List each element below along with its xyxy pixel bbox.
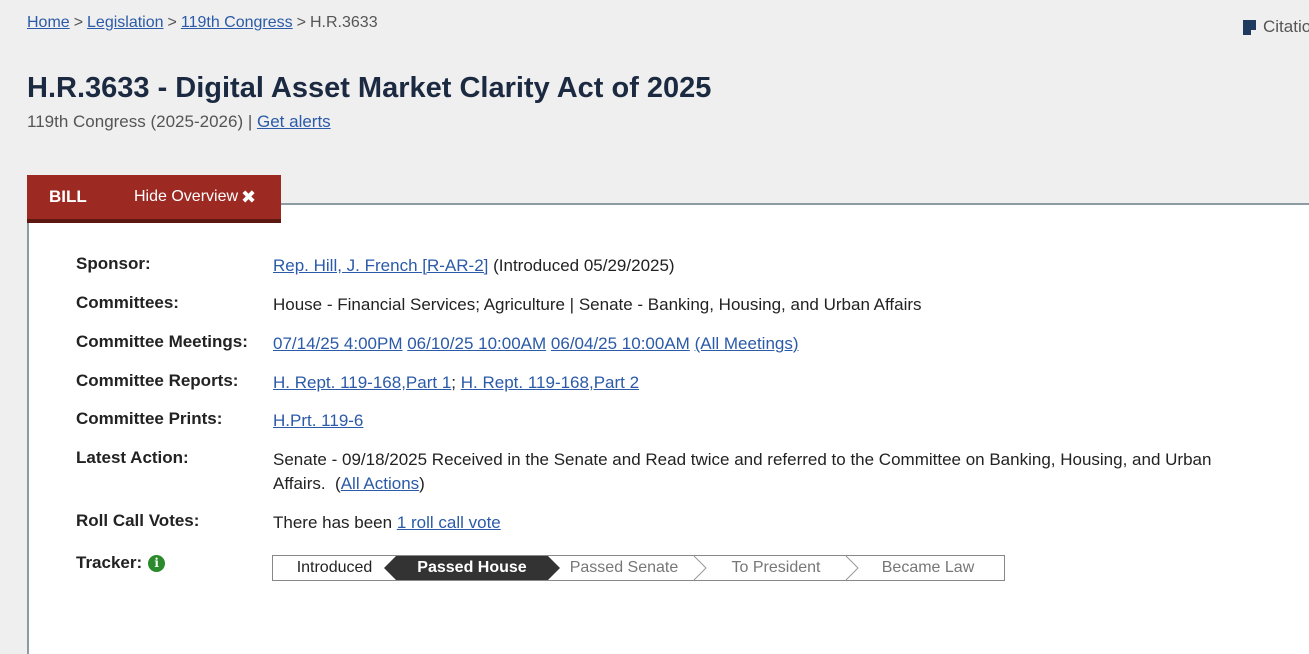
tracker-step-label: To President: [731, 559, 821, 576]
sponsor-label: Sponsor:: [76, 254, 151, 273]
tracker-row: Tracker: i: [76, 553, 273, 573]
hide-overview-label: Hide Overview: [134, 188, 239, 205]
breadcrumb-legislation-link[interactable]: Legislation: [87, 14, 164, 31]
sponsor-link[interactable]: Rep. Hill, J. French [R-AR-2]: [273, 256, 488, 275]
committee-meetings-row: Committee Meetings: 07/14/25 4:00PM 06/1…: [76, 332, 1233, 356]
tab-bill[interactable]: BILL: [27, 187, 134, 207]
roll-call-label: Roll Call Votes:: [76, 511, 200, 530]
meeting-link[interactable]: 06/04/25 10:00AM: [551, 334, 690, 353]
breadcrumb-separator: >: [296, 14, 306, 31]
meeting-link[interactable]: 06/10/25 10:00AM: [407, 334, 546, 353]
all-actions-link[interactable]: All Actions: [341, 474, 419, 493]
document-icon: [1243, 19, 1256, 35]
print-link[interactable]: H.Prt. 119-6: [273, 411, 363, 430]
committees-value: House - Financial Services; Agriculture …: [273, 295, 922, 314]
meeting-link[interactable]: 07/14/25 4:00PM: [273, 334, 402, 353]
breadcrumb-separator: >: [73, 14, 84, 31]
committee-reports-row: Committee Reports: H. Rept. 119-168,Part…: [76, 371, 1233, 395]
committee-prints-label: Committee Prints:: [76, 409, 223, 428]
citation-label: Citation: [1263, 17, 1309, 36]
info-icon[interactable]: i: [148, 554, 166, 572]
overview-panel: Sponsor: Rep. Hill, J. French [R-AR-2] (…: [27, 203, 1309, 654]
committee-meetings-label: Committee Meetings:: [76, 332, 248, 351]
latest-action-row: Latest Action: Senate - 09/18/2025 Recei…: [76, 448, 1223, 496]
tracker-step-to-president: To President: [700, 556, 859, 580]
tracker-step-passed-house: Passed House: [396, 556, 560, 580]
sponsor-value: Rep. Hill, J. French [R-AR-2] (Introduce…: [273, 254, 1233, 278]
committee-prints-value: H.Prt. 119-6: [273, 409, 1233, 433]
roll-call-text: There has been: [273, 513, 393, 532]
tracker-label: Tracker:: [76, 553, 143, 572]
breadcrumb-separator: >: [167, 14, 177, 31]
hide-overview-button[interactable]: Hide Overview ✖: [134, 187, 256, 208]
roll-call-value: There has been 1 roll call vote: [273, 511, 1233, 535]
page-subtitle: 119th Congress (2025-2026) | Get alerts: [27, 112, 331, 132]
committees-label: Committees:: [76, 293, 179, 312]
report-link[interactable]: H. Rept. 119-168,Part 1: [273, 373, 451, 392]
close-icon: ✖: [241, 186, 257, 207]
tracker-step-introduced: Introduced: [273, 556, 396, 580]
bill-tab-bar: BILL Hide Overview ✖: [27, 175, 281, 223]
roll-call-row: Roll Call Votes: There has been 1 roll c…: [76, 511, 1233, 535]
report-separator: ;: [451, 373, 457, 392]
get-alerts-link[interactable]: Get alerts: [257, 112, 331, 131]
all-meetings-link[interactable]: (All Meetings): [695, 334, 799, 353]
citation-button[interactable]: Citation: [1243, 17, 1309, 37]
sponsor-row: Sponsor: Rep. Hill, J. French [R-AR-2] (…: [76, 254, 1233, 278]
committees-row: Committees: House - Financial Services; …: [76, 293, 1233, 317]
committee-meetings-value: 07/14/25 4:00PM 06/10/25 10:00AM 06/04/2…: [273, 332, 1233, 356]
committee-reports-value: H. Rept. 119-168,Part 1; H. Rept. 119-16…: [273, 371, 1233, 395]
report-link[interactable]: H. Rept. 119-168,Part 2: [461, 373, 639, 392]
committee-reports-label: Committee Reports:: [76, 371, 239, 390]
breadcrumb: Home > Legislation >119th Congress > H.R.3633: [27, 14, 378, 32]
roll-call-link[interactable]: 1 roll call vote: [397, 513, 501, 532]
latest-action-label: Latest Action:: [76, 448, 189, 467]
bill-tracker: Introduced Passed House Passed Senate To…: [272, 555, 1005, 581]
introduced-date: (Introduced 05/29/2025): [493, 256, 675, 275]
tracker-step-passed-senate: Passed Senate: [548, 556, 707, 580]
breadcrumb-congress-link[interactable]: 119th Congress: [181, 14, 293, 31]
page-title: H.R.3633 - Digital Asset Market Clarity …: [27, 72, 712, 104]
committee-prints-row: Committee Prints: H.Prt. 119-6: [76, 409, 1233, 433]
tracker-label-wrap: Tracker: i: [76, 553, 273, 573]
tracker-step-became-law: Became Law: [881, 559, 975, 576]
paren-close: ): [419, 474, 425, 493]
breadcrumb-current: H.R.3633: [310, 14, 378, 31]
tracker-step-label: Passed Senate: [569, 559, 679, 576]
latest-action-value: Senate - 09/18/2025 Received in the Sena…: [273, 448, 1223, 496]
congress-session: 119th Congress (2025-2026) |: [27, 112, 253, 131]
breadcrumb-home-link[interactable]: Home: [27, 14, 70, 31]
